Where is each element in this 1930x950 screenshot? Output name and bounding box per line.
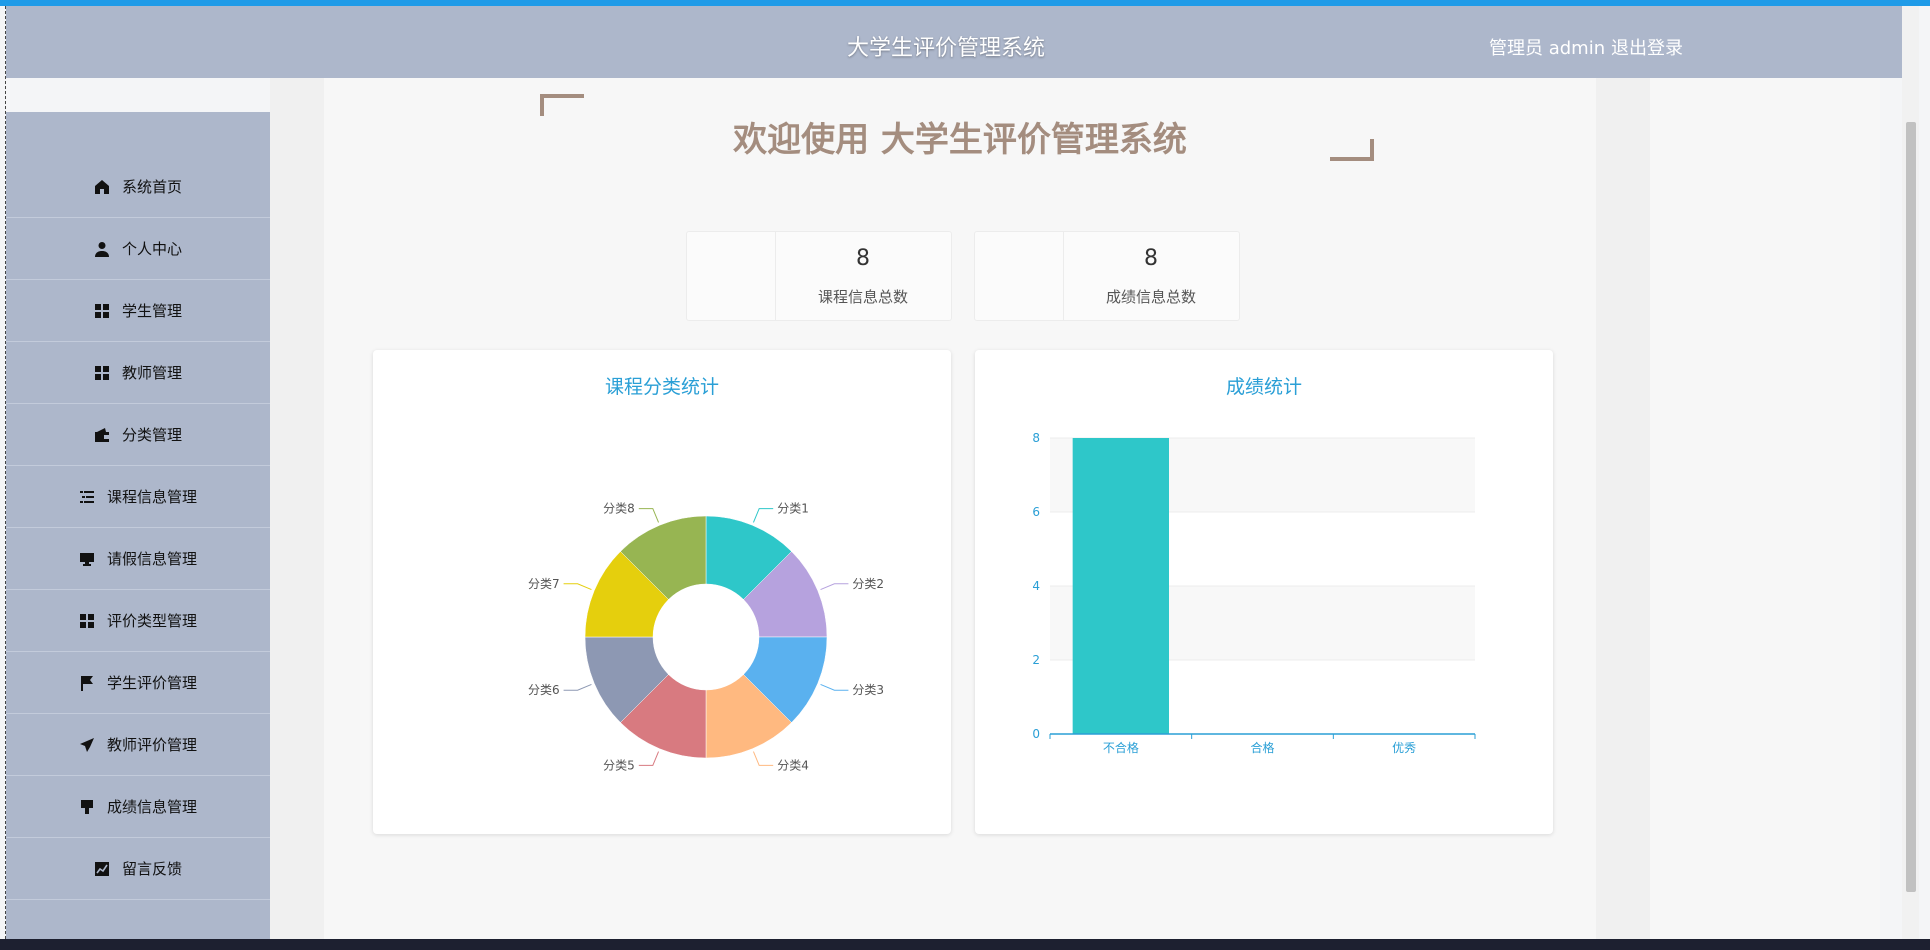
course-category-chart-card: 课程分类统计 分类1 分类2 分类3 分类4 分类5 分类6 分类7 分类8 [373,350,951,834]
current-user: 管理员 admin [1489,38,1606,59]
home-icon [94,179,110,195]
pie-label: 分类2 [852,577,884,591]
pie-label: 分类3 [852,683,884,697]
sidebar-item-7[interactable]: 请假信息管理 [6,528,270,590]
sidebar-item-label: 评价类型管理 [106,612,197,630]
sidebar-item-5[interactable]: 分类管理 [6,404,270,466]
stat-icon-box [975,232,1064,320]
stat-label: 成绩信息总数 [1105,288,1196,306]
welcome-heading: 欢迎使用 大学生评价管理系统 [733,120,1187,160]
sidebar: 系统首页个人中心学生管理教师管理分类管理课程信息管理 请假信息管理 评价类型管理 学生… [6,112,270,939]
browser-viewport: 大学生评价管理系统 管理员 admin 退出登录 系统首页个人中心学生管理教师管… [5,6,1909,939]
pie-label-line [820,683,849,691]
pie-label: 分类4 [777,758,809,772]
sidebar-item-label: 个人中心 [121,240,182,258]
sidebar-item-label: 系统首页 [121,178,182,196]
pie-label-line [638,751,660,766]
scrollbar-thumb[interactable] [1906,122,1916,892]
send-icon [79,737,95,753]
stat-icon-box [687,232,776,320]
grade-stats-chart-card: 成绩统计 0 2 4 6 8 不合格 合格 优秀 [975,350,1553,834]
sidebar-item-1[interactable]: 系统首页 [6,156,270,218]
sidebar-item-label: 教师评价管理 [106,736,197,754]
flag-icon [79,675,95,691]
main-content: 欢迎使用 大学生评价管理系统 8 课程信息总数 8 成绩信息总数 课程分类统计 … [270,78,1880,939]
x-tick-label: 不合格 [1103,740,1139,755]
sidebar-item-6[interactable]: 课程信息管理 [6,466,270,528]
pie-label-line [752,751,774,766]
pie-label-line [563,583,592,591]
grid-icon [79,613,95,629]
sidebar-item-3[interactable]: 学生管理 [6,280,270,342]
chart-line-icon [94,861,110,877]
stat-value: 8 [856,246,870,271]
sidebar-item-label: 留言反馈 [121,860,182,878]
y-tick-label: 6 [1032,505,1040,519]
grid-icon [94,303,110,319]
x-tick-label: 优秀 [1392,741,1416,755]
logout-link[interactable]: 退出登录 [1611,34,1683,60]
pie-label: 分类7 [528,577,560,591]
wallet-icon [94,427,110,443]
pie-label: 分类5 [603,758,635,772]
y-tick-label: 0 [1032,727,1040,741]
sidebar-item-label: 请假信息管理 [106,550,197,568]
pie-label-line [563,683,592,691]
sidebar-item-label: 成绩信息管理 [106,798,197,816]
taskbar-edge [0,939,1930,950]
brush-icon [79,799,95,815]
sidebar-item-2[interactable]: 个人中心 [6,218,270,280]
sidebar-item-8[interactable]: 评价类型管理 [6,590,270,652]
background-stripe [270,78,324,939]
y-tick-label: 8 [1032,431,1040,445]
bar[interactable] [1072,438,1169,734]
sidebar-item-10[interactable]: 教师评价管理 [6,714,270,776]
pie-label: 分类6 [528,683,560,697]
sidebar-item-label: 学生管理 [121,302,182,320]
app-frame: 大学生评价管理系统 管理员 admin 退出登录 系统首页个人中心学生管理教师管… [0,0,1930,950]
pie-label: 分类1 [777,502,809,516]
background-stripe [1596,78,1650,939]
sidebar-item-12[interactable]: 留言反馈 [6,838,270,900]
grid-icon [94,365,110,381]
sidebar-item-9[interactable]: 学生评价管理 [6,652,270,714]
stat-card-course-count: 8 课程信息总数 [686,231,952,321]
sidebar-menu: 系统首页个人中心学生管理教师管理分类管理课程信息管理 请假信息管理 评价类型管理 学生… [6,156,270,900]
sidebar-item-label: 课程信息管理 [106,488,197,506]
y-tick-label: 4 [1032,579,1040,593]
x-tick-label: 合格 [1250,740,1274,755]
decor-corner-bottom-right [1330,139,1374,161]
pie-label: 分类8 [603,502,635,516]
sidebar-item-label: 学生评价管理 [106,674,197,692]
sidebar-item-label: 教师管理 [121,364,182,382]
sidebar-item-11[interactable]: 成绩信息管理 [6,776,270,838]
pie-chart: 分类1 分类2 分类3 分类4 分类5 分类6 分类7 分类8 [528,502,884,773]
stat-value: 8 [1144,246,1158,271]
top-header: 大学生评价管理系统 管理员 admin 退出登录 [6,6,1908,78]
stat-card-grade-count: 8 成绩信息总数 [974,231,1240,321]
monitor-icon [79,551,95,567]
user-icon [94,241,110,257]
sidebar-item-label: 分类管理 [121,426,182,444]
list-icon [79,489,95,505]
pie-label-line [752,508,774,523]
bar-chart: 0 2 4 6 8 不合格 合格 优秀 [1032,431,1476,755]
stat-label: 课程信息总数 [817,288,908,306]
y-tick-label: 2 [1032,653,1040,667]
pie-label-line [638,508,660,523]
pie-label-line [820,583,849,591]
sidebar-item-4[interactable]: 教师管理 [6,342,270,404]
